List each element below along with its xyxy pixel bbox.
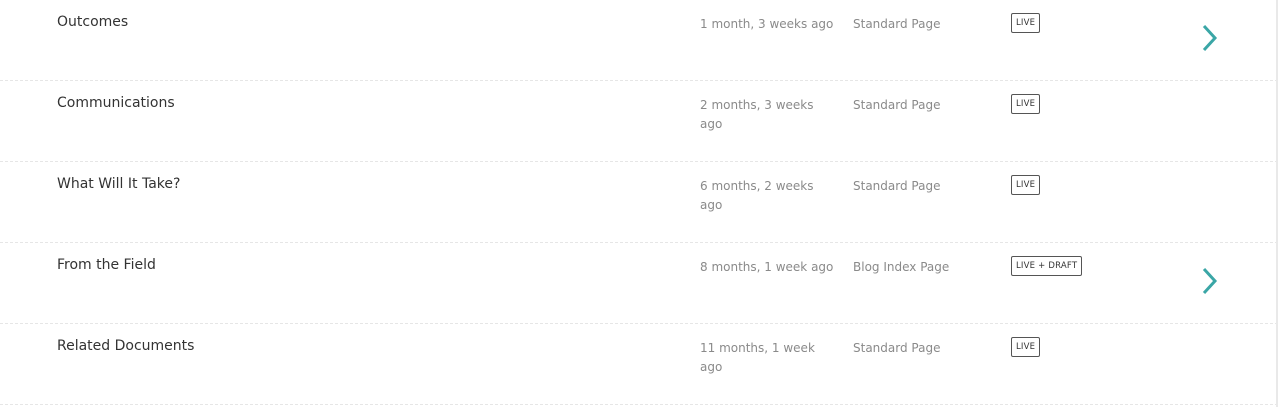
page-title-link[interactable]: What Will It Take? <box>57 176 180 192</box>
page-title-link[interactable]: From the Field <box>57 257 156 273</box>
updated-time: 8 months, 1 week ago <box>700 260 834 274</box>
page-title-link[interactable]: Related Documents <box>57 338 194 354</box>
table-row: Outcomes 1 month, 3 weeks ago Standard P… <box>0 0 1278 81</box>
updated-time: 1 month, 3 weeks ago <box>700 17 834 31</box>
page-listing: Outcomes 1 month, 3 weeks ago Standard P… <box>0 0 1278 407</box>
page-title-link[interactable]: Outcomes <box>57 14 128 30</box>
status-badge: LIVE + DRAFT <box>1011 256 1083 276</box>
updated-time: 2 months, 3 weeks ago <box>700 98 814 131</box>
status-badge: LIVE <box>1011 94 1041 114</box>
status-badge: LIVE <box>1011 175 1041 195</box>
page-type: Standard Page <box>853 179 941 193</box>
chevron-right-icon[interactable] <box>1196 21 1226 55</box>
page-type: Standard Page <box>853 341 941 355</box>
chevron-right-icon[interactable] <box>1196 264 1226 298</box>
table-row: What Will It Take? 6 months, 2 weeks ago… <box>0 162 1278 243</box>
page-type: Standard Page <box>853 17 941 31</box>
status-badge: LIVE <box>1011 337 1041 357</box>
page-type: Standard Page <box>853 98 941 112</box>
updated-time: 11 months, 1 week ago <box>700 341 815 374</box>
table-row: Communications 2 months, 3 weeks ago Sta… <box>0 81 1278 162</box>
status-badge: LIVE <box>1011 13 1041 33</box>
table-row: From the Field 8 months, 1 week ago Blog… <box>0 243 1278 324</box>
page-type: Blog Index Page <box>853 260 950 274</box>
table-row: Related Documents 11 months, 1 week ago … <box>0 324 1278 405</box>
page-title-link[interactable]: Communications <box>57 95 175 111</box>
updated-time: 6 months, 2 weeks ago <box>700 179 814 212</box>
